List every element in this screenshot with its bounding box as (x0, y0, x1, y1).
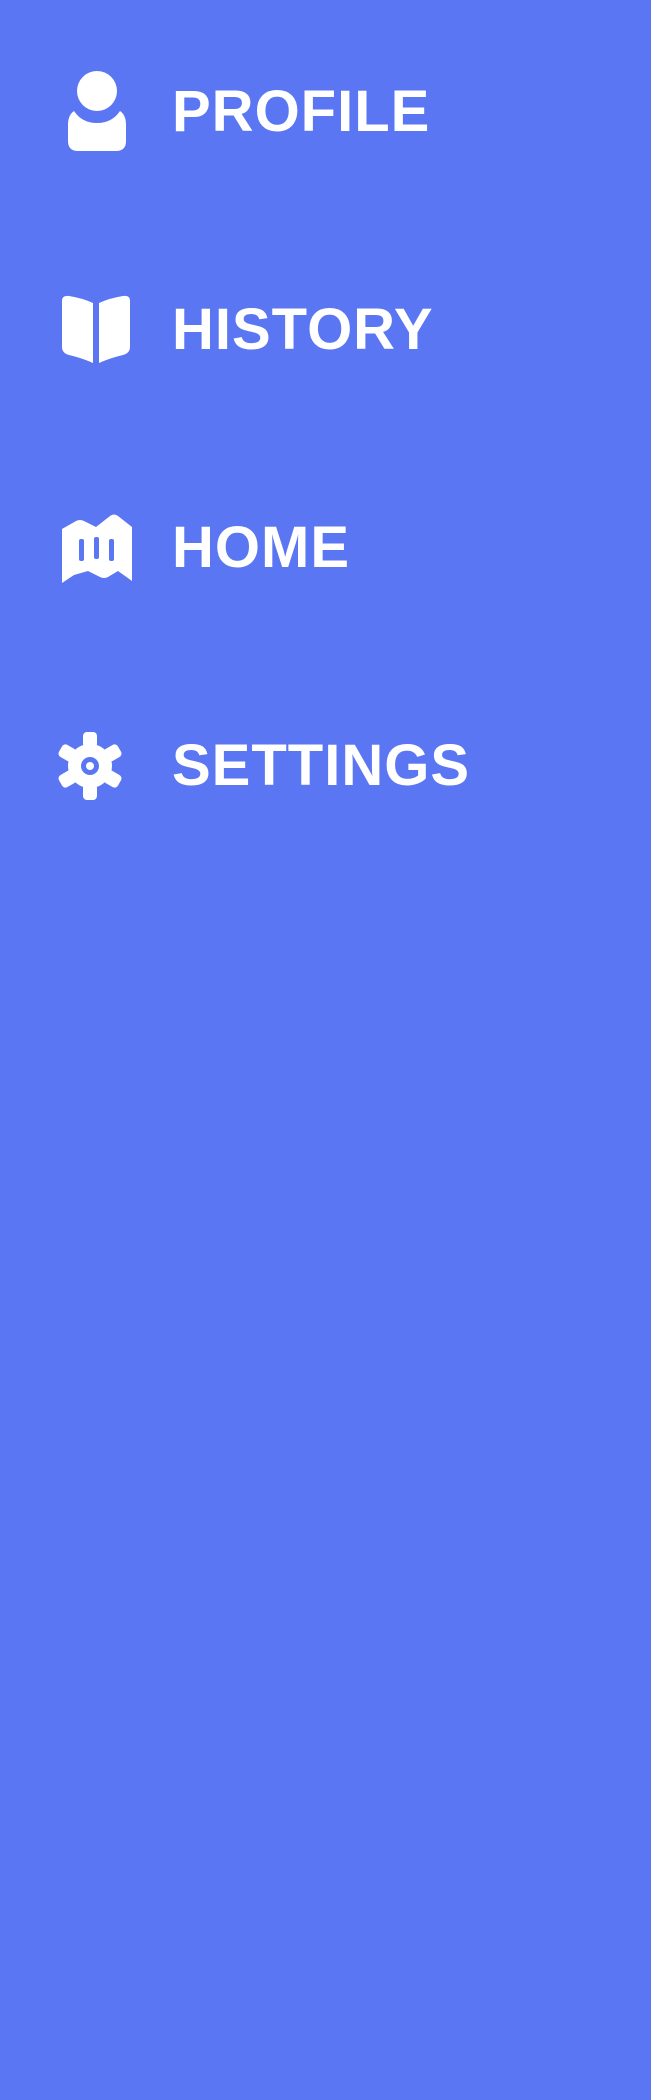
nav-item-settings[interactable]: SETTINGS (0, 706, 651, 826)
nav-label-history: HISTORY (172, 297, 434, 362)
nav-item-profile[interactable]: PROFILE (0, 52, 651, 172)
nav-item-home[interactable]: HOME (0, 488, 651, 608)
nav-label-home: HOME (172, 515, 350, 580)
user-icon (68, 71, 126, 153)
map-icon (62, 513, 132, 583)
nav-label-profile: PROFILE (172, 79, 431, 144)
gear-icon (56, 732, 124, 800)
nav-label-settings: SETTINGS (172, 733, 471, 798)
sidebar-nav: PROFILE HISTORY HOME SETTINGS (0, 0, 651, 2100)
book-icon (62, 295, 130, 365)
nav-item-history[interactable]: HISTORY (0, 270, 651, 390)
